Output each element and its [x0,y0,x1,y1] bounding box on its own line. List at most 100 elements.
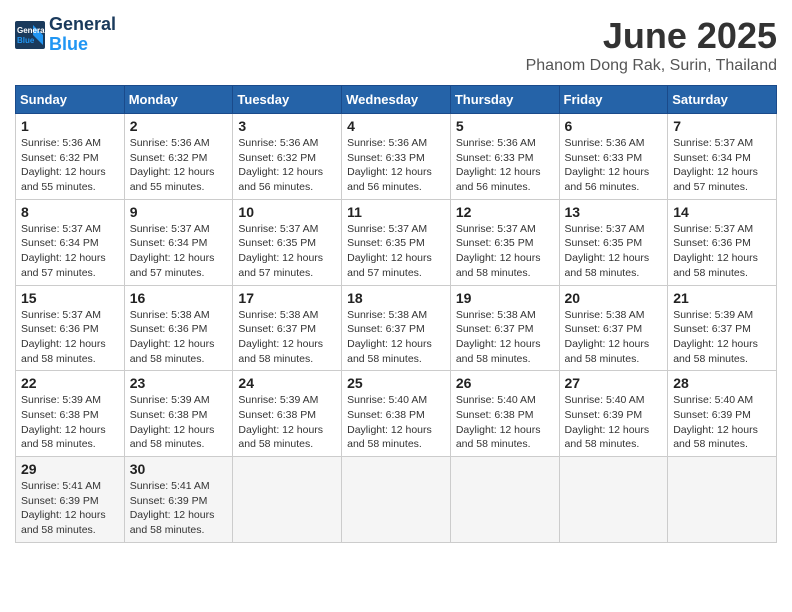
month-title: June 2025 [526,15,777,57]
day-info: Sunrise: 5:37 AMSunset: 6:36 PMDaylight:… [673,222,771,281]
day-info: Sunrise: 5:39 AMSunset: 6:38 PMDaylight:… [130,393,228,452]
header-friday: Friday [559,86,668,114]
day-info: Sunrise: 5:39 AMSunset: 6:38 PMDaylight:… [21,393,119,452]
logo-line1: General [49,15,116,35]
calendar-day-cell: 2 Sunrise: 5:36 AMSunset: 6:32 PMDaylight… [124,114,233,200]
calendar-day-cell: 3 Sunrise: 5:36 AMSunset: 6:32 PMDaylight… [233,114,342,200]
day-number: 25 [347,375,445,391]
calendar-day-cell: 14 Sunrise: 5:37 AMSunset: 6:36 PMDayligh… [668,199,777,285]
calendar-day-cell: 25 Sunrise: 5:40 AMSunset: 6:38 PMDayligh… [342,371,451,457]
logo-text: General Blue [49,15,116,55]
calendar-day-cell [559,457,668,543]
svg-text:General: General [17,26,45,35]
calendar-day-cell: 15Sunrise: 5:37 AMSunset: 6:36 PMDayligh… [16,285,125,371]
calendar-day-cell: 9Sunrise: 5:37 AMSunset: 6:34 PMDaylight… [124,199,233,285]
day-number: 26 [456,375,554,391]
calendar-week-row: 8 Sunrise: 5:37 AMSunset: 6:34 PMDaylight… [16,199,777,285]
day-number: 11 [347,204,445,220]
day-number: 16 [130,290,228,306]
day-info: Sunrise: 5:38 AMSunset: 6:37 PMDaylight:… [347,308,445,367]
calendar-week-row: 15Sunrise: 5:37 AMSunset: 6:36 PMDayligh… [16,285,777,371]
calendar-day-cell: 20 Sunrise: 5:38 AMSunset: 6:37 PMDayligh… [559,285,668,371]
header-tuesday: Tuesday [233,86,342,114]
day-number: 2 [130,118,228,134]
day-info: Sunrise: 5:37 AMSunset: 6:35 PMDaylight:… [347,222,445,281]
calendar-day-cell: 28 Sunrise: 5:40 AMSunset: 6:39 PMDayligh… [668,371,777,457]
calendar-day-cell: 22 Sunrise: 5:39 AMSunset: 6:38 PMDayligh… [16,371,125,457]
day-number: 22 [21,375,119,391]
calendar-day-cell: 18 Sunrise: 5:38 AMSunset: 6:37 PMDayligh… [342,285,451,371]
calendar-day-cell: 12 Sunrise: 5:37 AMSunset: 6:35 PMDayligh… [450,199,559,285]
day-info: Sunrise: 5:37 AMSunset: 6:34 PMDaylight:… [21,222,119,281]
calendar-day-cell [450,457,559,543]
day-number: 20 [565,290,663,306]
day-info: Sunrise: 5:36 AMSunset: 6:32 PMDaylight:… [238,136,336,195]
day-info: Sunrise: 5:40 AMSunset: 6:38 PMDaylight:… [347,393,445,452]
calendar-week-row: 1 Sunrise: 5:36 AMSunset: 6:32 PMDaylight… [16,114,777,200]
calendar-day-cell: 7 Sunrise: 5:37 AMSunset: 6:34 PMDaylight… [668,114,777,200]
day-number: 8 [21,204,119,220]
calendar-day-cell: 17Sunrise: 5:38 AMSunset: 6:37 PMDayligh… [233,285,342,371]
day-number: 14 [673,204,771,220]
day-info: Sunrise: 5:40 AMSunset: 6:39 PMDaylight:… [565,393,663,452]
day-number: 24 [238,375,336,391]
location-title: Phanom Dong Rak, Surin, Thailand [526,57,777,75]
day-info: Sunrise: 5:38 AMSunset: 6:37 PMDaylight:… [456,308,554,367]
day-number: 4 [347,118,445,134]
day-info: Sunrise: 5:36 AMSunset: 6:32 PMDaylight:… [21,136,119,195]
calendar-day-cell: 24Sunrise: 5:39 AMSunset: 6:38 PMDayligh… [233,371,342,457]
day-info: Sunrise: 5:40 AMSunset: 6:39 PMDaylight:… [673,393,771,452]
day-number: 21 [673,290,771,306]
header-sunday: Sunday [16,86,125,114]
page-header: General Blue General Blue June 2025 Phan… [15,15,777,75]
calendar-day-cell: 29 Sunrise: 5:41 AMSunset: 6:39 PMDayligh… [16,457,125,543]
day-number: 18 [347,290,445,306]
calendar-day-cell: 11 Sunrise: 5:37 AMSunset: 6:35 PMDayligh… [342,199,451,285]
logo-icon: General Blue [15,21,45,49]
header-thursday: Thursday [450,86,559,114]
logo-line2: Blue [49,34,88,54]
calendar-day-cell: 26Sunrise: 5:40 AMSunset: 6:38 PMDayligh… [450,371,559,457]
day-info: Sunrise: 5:36 AMSunset: 6:33 PMDaylight:… [347,136,445,195]
calendar-day-cell: 16Sunrise: 5:38 AMSunset: 6:36 PMDayligh… [124,285,233,371]
day-number: 1 [21,118,119,134]
weekday-header-row: Sunday Monday Tuesday Wednesday Thursday… [16,86,777,114]
day-number: 19 [456,290,554,306]
header-saturday: Saturday [668,86,777,114]
calendar-day-cell: 8 Sunrise: 5:37 AMSunset: 6:34 PMDaylight… [16,199,125,285]
title-area: June 2025 Phanom Dong Rak, Surin, Thaila… [526,15,777,75]
day-number: 12 [456,204,554,220]
day-info: Sunrise: 5:41 AMSunset: 6:39 PMDaylight:… [130,479,228,538]
day-number: 28 [673,375,771,391]
day-info: Sunrise: 5:36 AMSunset: 6:33 PMDaylight:… [565,136,663,195]
day-number: 29 [21,461,119,477]
day-number: 7 [673,118,771,134]
day-info: Sunrise: 5:38 AMSunset: 6:37 PMDaylight:… [565,308,663,367]
calendar-day-cell [233,457,342,543]
day-info: Sunrise: 5:37 AMSunset: 6:35 PMDaylight:… [456,222,554,281]
calendar-day-cell: 27Sunrise: 5:40 AMSunset: 6:39 PMDayligh… [559,371,668,457]
day-info: Sunrise: 5:41 AMSunset: 6:39 PMDaylight:… [21,479,119,538]
day-info: Sunrise: 5:39 AMSunset: 6:37 PMDaylight:… [673,308,771,367]
day-number: 15 [21,290,119,306]
day-info: Sunrise: 5:38 AMSunset: 6:37 PMDaylight:… [238,308,336,367]
calendar-day-cell: 13Sunrise: 5:37 AMSunset: 6:35 PMDayligh… [559,199,668,285]
day-info: Sunrise: 5:36 AMSunset: 6:33 PMDaylight:… [456,136,554,195]
day-number: 9 [130,204,228,220]
day-info: Sunrise: 5:37 AMSunset: 6:35 PMDaylight:… [565,222,663,281]
calendar-day-cell: 5 Sunrise: 5:36 AMSunset: 6:33 PMDaylight… [450,114,559,200]
svg-text:Blue: Blue [17,36,35,45]
day-number: 30 [130,461,228,477]
header-wednesday: Wednesday [342,86,451,114]
day-number: 3 [238,118,336,134]
calendar-day-cell: 19 Sunrise: 5:38 AMSunset: 6:37 PMDayligh… [450,285,559,371]
day-info: Sunrise: 5:36 AMSunset: 6:32 PMDaylight:… [130,136,228,195]
calendar-day-cell [668,457,777,543]
day-number: 5 [456,118,554,134]
day-info: Sunrise: 5:37 AMSunset: 6:34 PMDaylight:… [673,136,771,195]
calendar-day-cell: 4 Sunrise: 5:36 AMSunset: 6:33 PMDaylight… [342,114,451,200]
logo: General Blue General Blue [15,15,116,55]
calendar-day-cell: 10Sunrise: 5:37 AMSunset: 6:35 PMDayligh… [233,199,342,285]
calendar-table: Sunday Monday Tuesday Wednesday Thursday… [15,85,777,543]
day-number: 23 [130,375,228,391]
